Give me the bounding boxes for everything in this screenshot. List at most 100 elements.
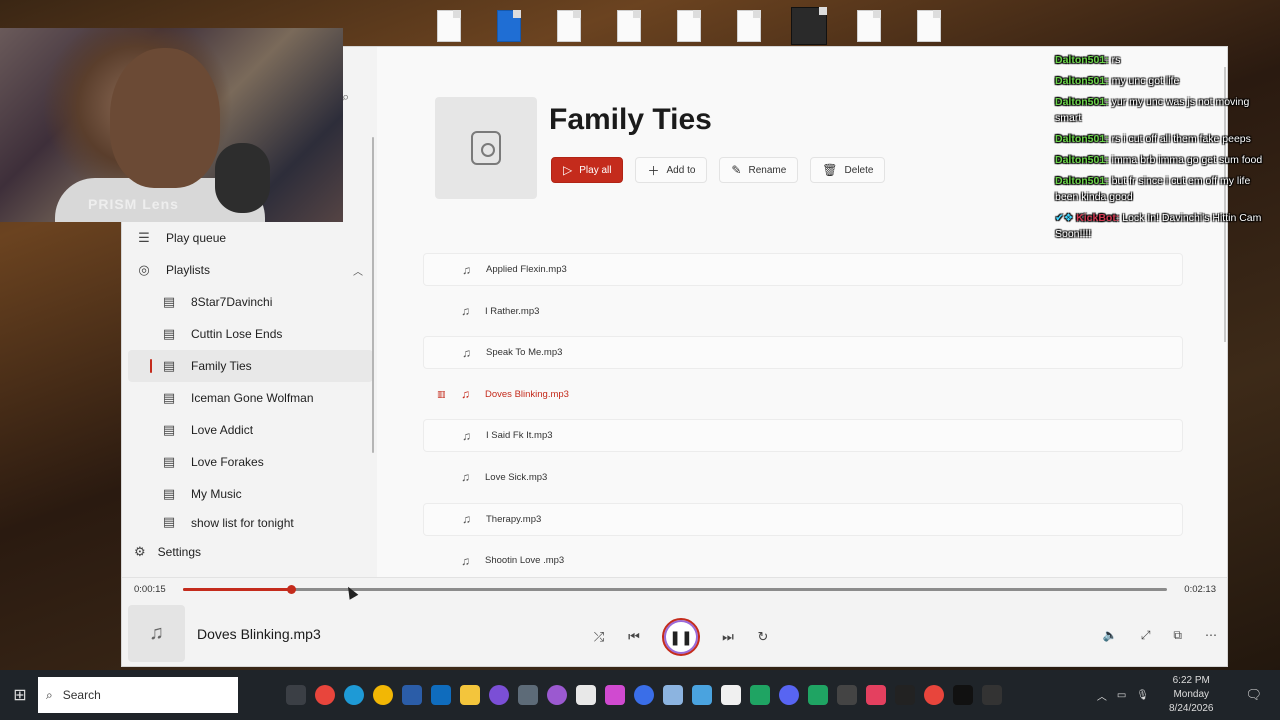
playlist-icon: ▤ <box>162 294 176 309</box>
total-time: 0:02:13 <box>1184 584 1216 595</box>
track-row[interactable]: ▥ ♫ Speak To Me.mp3 <box>423 336 1183 370</box>
now-playing-title[interactable]: Doves Blinking.mp3 <box>197 626 321 642</box>
app-icon[interactable] <box>982 685 1002 705</box>
desktop-file-icon[interactable] <box>430 6 468 46</box>
track-row[interactable]: ▥ ♫ I Said Fk It.mp3 <box>423 419 1183 453</box>
app-icon[interactable] <box>663 685 683 705</box>
sidebar-playlist-item[interactable]: ▤ Love Addict <box>128 414 373 446</box>
track-row[interactable]: ▥ ♫ Shootin Love .mp3 <box>423 544 1183 577</box>
desktop-file-icon[interactable] <box>850 6 888 46</box>
edge-icon[interactable] <box>344 685 364 705</box>
sidebar-item-playlists[interactable]: ◎ Playlists ︿ <box>128 254 373 286</box>
music-note-icon: ♫ <box>462 512 471 527</box>
fullscreen-icon[interactable]: ⤢ <box>1141 628 1151 643</box>
photos-icon[interactable] <box>692 685 712 705</box>
zoom-icon[interactable] <box>634 685 654 705</box>
track-row[interactable]: ▥ ♫ I Rather.mp3 <box>423 295 1183 328</box>
repeat-icon[interactable]: ↻ <box>756 629 770 645</box>
notepad-icon[interactable] <box>721 685 741 705</box>
track-row[interactable]: ▥ ♫ Therapy.mp3 <box>423 502 1183 536</box>
app-icon[interactable] <box>750 685 770 705</box>
rename-button[interactable]: ✎ Rename <box>719 157 799 183</box>
media-player-icon[interactable] <box>576 685 596 705</box>
playback-controls: ⤮ ⏮ ❚❚ ⏭ ↻ <box>592 618 770 656</box>
chat-message: Dalton501: my unc got life <box>1055 73 1270 89</box>
sidebar-playlist-item[interactable]: ▤ Love Forakes <box>128 446 373 478</box>
add-to-button[interactable]: ＋ Add to <box>635 157 708 183</box>
webcam-person <box>110 48 220 188</box>
chat-username: Dalton501: <box>1055 133 1109 145</box>
app-icon[interactable] <box>837 685 857 705</box>
mini-player-icon[interactable]: ⧉ <box>1173 628 1182 643</box>
microphone-icon[interactable]: 🎙 <box>1136 690 1149 701</box>
taskbar-search[interactable]: ⌕ Search <box>38 677 238 713</box>
desktop-app-icon[interactable] <box>490 6 528 46</box>
track-row-playing[interactable]: ▥ ♫ Doves Blinking.mp3 <box>423 378 1183 411</box>
desktop-file-icon[interactable] <box>610 6 648 46</box>
store-icon[interactable] <box>402 685 422 705</box>
playlist-icon: ▤ <box>162 422 176 437</box>
notifications-icon[interactable]: 🗨 <box>1245 687 1262 703</box>
chrome-icon[interactable] <box>924 685 944 705</box>
chrome-icon[interactable] <box>315 685 335 705</box>
app-icon[interactable] <box>489 685 509 705</box>
playlist-label: show list for tonight <box>191 516 294 530</box>
folder-icon[interactable] <box>460 685 480 705</box>
task-view-icon[interactable] <box>286 685 306 705</box>
chat-username: Dalton501: <box>1055 154 1109 166</box>
music-note-icon: ♫ <box>462 345 471 360</box>
search-icon[interactable]: ⌕ <box>342 89 349 105</box>
sidebar-playlist-item[interactable]: ▤ show list for tonight <box>128 510 373 530</box>
desktop-file-icon[interactable] <box>670 6 708 46</box>
chevron-up-icon[interactable]: ︿ <box>1097 688 1107 703</box>
sidebar-playlist-item[interactable]: ▤ Iceman Gone Wolfman <box>128 382 373 414</box>
app-icon[interactable] <box>866 685 886 705</box>
app-icon[interactable] <box>547 685 567 705</box>
now-playing-art[interactable]: ♫ <box>128 605 185 662</box>
sidebar-playlist-item[interactable]: ▤ Cuttin Lose Ends <box>128 318 373 350</box>
volume-icon[interactable]: 🔈 <box>1103 628 1118 643</box>
app-icon[interactable] <box>953 685 973 705</box>
app-icon[interactable] <box>518 685 538 705</box>
network-icon[interactable]: ▭ <box>1117 690 1126 701</box>
sidebar-item-label: Play queue <box>166 231 227 245</box>
desktop-file-icon[interactable] <box>730 6 768 46</box>
chrome-icon[interactable] <box>373 685 393 705</box>
chevron-up-icon[interactable]: ︿ <box>353 263 363 278</box>
play-all-button[interactable]: ▷ Play all <box>551 157 624 183</box>
track-row[interactable]: ▥ ♫ Love Sick.mp3 <box>423 461 1183 494</box>
taskbar-apps <box>286 685 1002 705</box>
chat-message: Dalton501: yur my unc was js not moving … <box>1055 94 1270 126</box>
app-icon[interactable] <box>605 685 625 705</box>
pause-button[interactable]: ❚❚ <box>662 618 700 656</box>
clock[interactable]: 6:22 PM Monday 8/24/2026 <box>1169 674 1214 716</box>
more-options-icon[interactable]: ⋯ <box>1205 628 1217 643</box>
desktop-game-icon[interactable] <box>790 6 828 46</box>
previous-icon[interactable]: ⏮ <box>627 629 641 645</box>
desktop-file-icon[interactable] <box>550 6 588 46</box>
track-row[interactable]: ▥ ♫ Applied Flexin.mp3 <box>423 253 1183 286</box>
windows-start-icon[interactable]: ⊞ <box>6 685 34 705</box>
seek-thumb[interactable] <box>287 585 297 594</box>
sidebar-playlist-item[interactable]: ▤ My Music <box>128 478 373 510</box>
xbox-icon[interactable] <box>808 685 828 705</box>
sidebar-playlist-item-selected[interactable]: ▤ Family Ties <box>128 350 373 382</box>
delete-button[interactable]: 🗑 Delete <box>810 157 886 183</box>
settings-button[interactable]: ⚙ Settings <box>134 544 201 560</box>
sidebar-playlist-item[interactable]: ▤ 8Star7Davinchi <box>128 286 373 318</box>
outlook-icon[interactable] <box>431 685 451 705</box>
track-list: ▥ ♫ Applied Flexin.mp3 ▥ ♫ I Rather.mp3 … <box>423 253 1183 586</box>
desktop-file-icon[interactable] <box>910 6 948 46</box>
chat-message: Dalton501: rs i cut off all them fake pe… <box>1055 131 1270 147</box>
sidebar-scrollbar[interactable] <box>372 137 374 453</box>
discord-icon[interactable] <box>779 685 799 705</box>
speaker-icon <box>471 131 501 165</box>
playlist-label: My Music <box>191 487 242 501</box>
shuffle-icon[interactable]: ⤮ <box>592 629 606 645</box>
seek-bar[interactable] <box>183 585 1167 594</box>
next-icon[interactable]: ⏭ <box>721 629 735 645</box>
sidebar-item-play-queue[interactable]: ☰ Play queue <box>128 222 373 254</box>
app-icon[interactable] <box>895 685 915 705</box>
equalizer-icon: ▥ <box>438 514 452 525</box>
search-icon: ⌕ <box>46 687 53 702</box>
